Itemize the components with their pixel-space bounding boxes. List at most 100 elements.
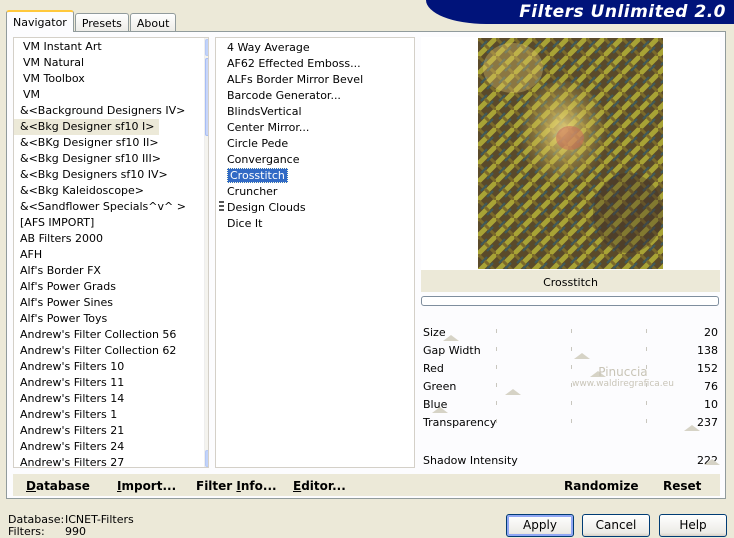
status-panel: Database: ICNET-Filters Filters: 990 [8, 514, 134, 538]
param-label: Green [423, 380, 457, 393]
param-slider[interactable]: Red 152 [421, 359, 720, 377]
filter-item[interactable]: ALFs Border Mirror Bevel [216, 72, 414, 88]
filter-item[interactable]: Crosstitch [216, 168, 414, 184]
slider-thumb[interactable] [684, 425, 701, 431]
slider-tick [571, 419, 572, 423]
watermark-site: www.waldiregrafica.eu [572, 379, 674, 389]
reset-button[interactable]: Reset [663, 479, 701, 493]
filter-info-button[interactable]: Filter Info... [196, 479, 277, 493]
scroll-down-button[interactable] [205, 450, 208, 467]
filter-item[interactable]: Design Clouds [216, 200, 414, 216]
shadow-intensity-slider[interactable]: Shadow Intensity 222 [421, 451, 720, 469]
database-button[interactable]: Database [26, 479, 90, 493]
scroll-up-button[interactable] [205, 39, 208, 56]
param-value: 76 [704, 380, 718, 393]
category-item[interactable]: &<Sandflower Specials^v^ > [14, 199, 208, 215]
tab-presets[interactable]: Presets [74, 13, 129, 32]
category-item[interactable]: Andrew's Filters 11 [14, 375, 208, 391]
slider-tick [571, 401, 572, 405]
filter-item[interactable]: Convergance [216, 152, 414, 168]
category-item[interactable]: VM Instant Art [14, 39, 208, 55]
param-label: Gap Width [423, 344, 481, 357]
cancel-button[interactable]: Cancel [582, 514, 650, 537]
filter-item-label: Dice It [227, 217, 263, 230]
filter-items: 4 Way Average AF62 Effected Emboss... ALFs… [216, 38, 414, 232]
category-item[interactable]: &<BKg Designer sf10 II> [14, 135, 208, 151]
category-item[interactable]: &<Bkg Kaleidoscope> [14, 183, 208, 199]
slider-tick [496, 365, 497, 369]
category-item[interactable]: VM Natural [14, 55, 208, 71]
category-item[interactable]: Andrew's Filter Collection 62 [14, 343, 208, 359]
filter-item[interactable]: Circle Pede [216, 136, 414, 152]
filter-item-label: Cruncher [227, 185, 278, 198]
category-item[interactable]: Alf's Power Toys [14, 311, 208, 327]
param-slider[interactable]: Green 76 [421, 377, 720, 395]
slider-tick [496, 347, 497, 351]
category-item[interactable]: &<Bkg Designers sf10 IV> [14, 167, 208, 183]
category-item[interactable]: &<Bkg Designer sf10 III> [14, 151, 208, 167]
param-value: 10 [704, 398, 718, 411]
category-item[interactable]: [AFS IMPORT] [14, 215, 208, 231]
slider-tick [646, 329, 647, 333]
filter-item-label: ALFs Border Mirror Bevel [227, 73, 364, 86]
category-item[interactable]: Alf's Border FX [14, 263, 208, 279]
category-list[interactable]: VM Instant Art VM Natural VM Toolbox VM &<Ba… [13, 37, 209, 468]
filter-item[interactable]: Center Mirror... [216, 120, 414, 136]
category-item[interactable]: Andrew's Filters 27 [14, 455, 208, 467]
apply-button[interactable]: Apply [506, 514, 574, 537]
category-scrollbar[interactable] [204, 38, 208, 467]
category-item[interactable]: VM Toolbox [14, 71, 208, 87]
category-item[interactable]: AFH [14, 247, 208, 263]
filter-item-label: 4 Way Average [227, 41, 310, 54]
editor-button[interactable]: Editor... [293, 479, 346, 493]
category-item[interactable]: Alf's Power Sines [14, 295, 208, 311]
filter-item-label: Circle Pede [227, 137, 289, 150]
param-slider[interactable]: Blue 10 [421, 395, 720, 413]
param-slider[interactable]: Size 20 [421, 323, 720, 341]
filter-item[interactable]: AF62 Effected Emboss... [216, 56, 414, 72]
filter-list[interactable]: 4 Way Average AF62 Effected Emboss... ALFs… [215, 37, 415, 468]
category-item[interactable]: AB Filters 2000 [14, 231, 208, 247]
param-value: 237 [697, 416, 718, 429]
category-item[interactable]: Alf's Power Grads [14, 279, 208, 295]
param-value: 20 [704, 326, 718, 339]
title-banner: Filters Unlimited 2.0 [426, 0, 734, 24]
filter-item[interactable]: Barcode Generator... [216, 88, 414, 104]
help-button[interactable]: Help [659, 514, 727, 537]
slider-tick [496, 401, 497, 405]
filter-item-label: AF62 Effected Emboss... [227, 57, 361, 70]
bottom-action-bar: Database Import... Filter Info... Editor… [13, 474, 720, 496]
filter-name-label: Crosstitch [421, 270, 720, 292]
category-item[interactable]: Andrew's Filters 14 [14, 391, 208, 407]
category-item[interactable]: VM [14, 87, 208, 103]
category-item[interactable]: Andrew's Filters 24 [14, 439, 208, 455]
category-item[interactable]: Andrew's Filters 1 [14, 407, 208, 423]
category-item[interactable]: Andrew's Filter Collection 56 [14, 327, 208, 343]
drag-marker-icon [219, 201, 224, 212]
app-title: Filters Unlimited 2.0 [519, 2, 726, 22]
slider-tick [496, 383, 497, 387]
randomize-button[interactable]: Randomize [564, 479, 638, 493]
filter-item[interactable]: Dice It [216, 216, 414, 232]
filters-count: 990 [65, 525, 86, 538]
slider-tick [571, 329, 572, 333]
filter-item[interactable]: 4 Way Average [216, 40, 414, 56]
category-item[interactable]: Andrew's Filters 10 [14, 359, 208, 375]
param-slider[interactable]: Gap Width 138 [421, 341, 720, 359]
import-button[interactable]: Import... [117, 479, 176, 493]
slider-tick [646, 419, 647, 423]
param-slider[interactable]: Transparency 237 [421, 413, 720, 431]
tab-navigator[interactable]: Navigator [6, 10, 74, 32]
scroll-thumb[interactable] [205, 58, 208, 136]
tab-about[interactable]: About [129, 13, 177, 32]
filters-key: Filters: [8, 525, 45, 538]
slider-tick [571, 347, 572, 351]
filter-item-label: Barcode Generator... [227, 89, 341, 102]
category-item[interactable]: &<Background Designers IV> [14, 103, 208, 119]
category-item[interactable]: Andrew's Filters 21 [14, 423, 208, 439]
filter-item[interactable]: BlindsVertical [216, 104, 414, 120]
filter-item[interactable]: Cruncher [216, 184, 414, 200]
category-item[interactable]: &<Bkg Designer sf10 I> [14, 119, 159, 135]
filter-item-label: Crosstitch [227, 168, 288, 183]
shadow-slider-thumb[interactable] [704, 459, 720, 465]
